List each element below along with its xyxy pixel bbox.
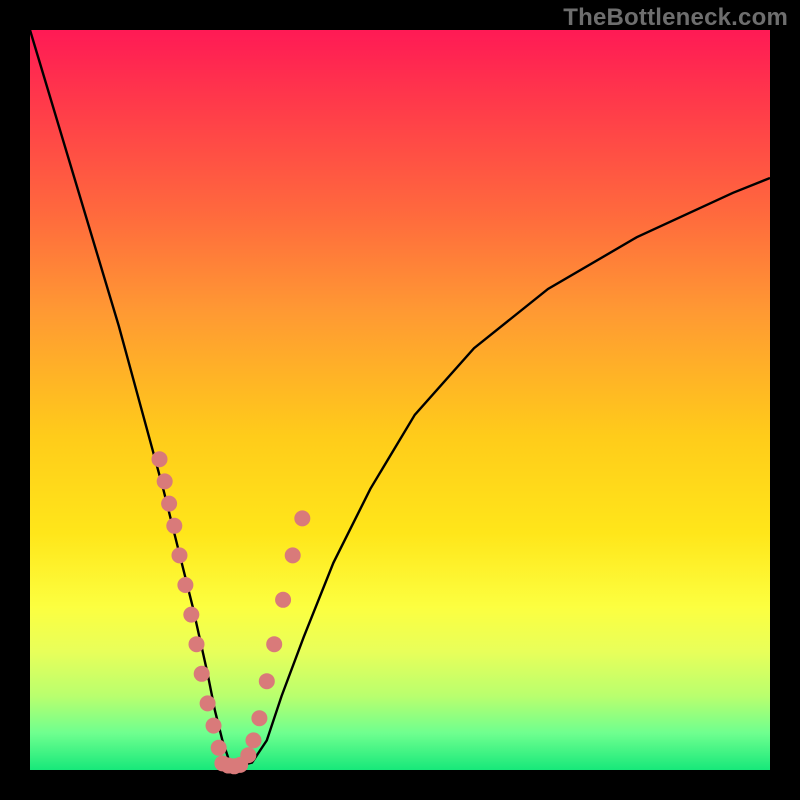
- plot-area: [30, 30, 770, 770]
- data-point: [285, 547, 301, 563]
- data-point: [152, 451, 168, 467]
- data-point: [240, 747, 256, 763]
- data-point: [275, 592, 291, 608]
- data-point: [171, 547, 187, 563]
- data-point: [183, 607, 199, 623]
- data-point: [266, 636, 282, 652]
- data-markers: [152, 451, 311, 774]
- data-point: [251, 710, 267, 726]
- data-point: [177, 577, 193, 593]
- data-point: [189, 636, 205, 652]
- curve-layer: [30, 30, 770, 770]
- bottleneck-curve: [30, 30, 770, 766]
- data-point: [211, 740, 227, 756]
- data-point: [157, 473, 173, 489]
- watermark-text: TheBottleneck.com: [563, 4, 788, 32]
- data-point: [200, 695, 216, 711]
- data-point: [294, 510, 310, 526]
- data-point: [259, 673, 275, 689]
- data-point: [161, 496, 177, 512]
- data-point: [166, 518, 182, 534]
- data-point: [245, 732, 261, 748]
- data-point: [206, 718, 222, 734]
- data-point: [194, 666, 210, 682]
- chart-frame: TheBottleneck.com: [0, 0, 800, 800]
